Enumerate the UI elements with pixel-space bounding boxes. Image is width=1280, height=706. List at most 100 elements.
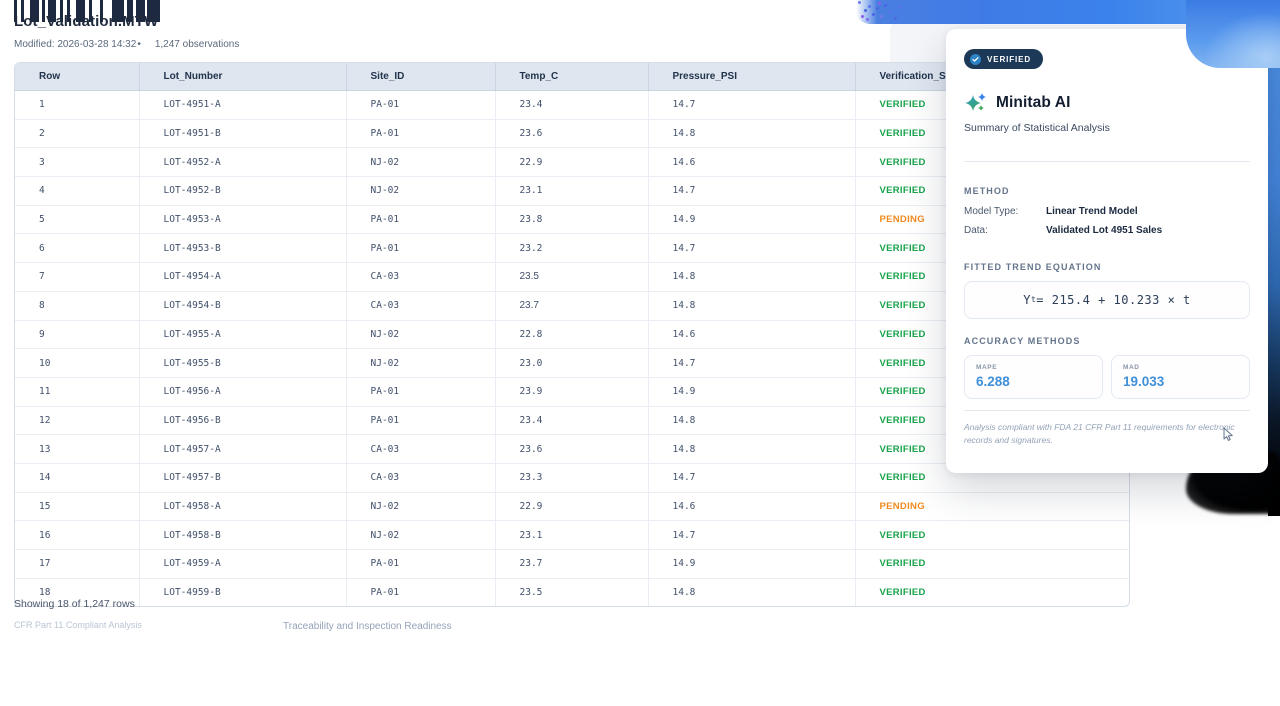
cell-site-id[interactable]: CA-03 xyxy=(346,435,495,464)
cell-lot-number[interactable]: LOT-4955-B xyxy=(139,349,346,378)
cell-lot-number[interactable]: LOT-4958-A xyxy=(139,492,346,521)
cell-row-number[interactable]: 10 xyxy=(15,349,139,378)
cell-lot-number[interactable]: LOT-4953-B xyxy=(139,234,346,263)
cell-temp-c[interactable]: 23.7 xyxy=(495,291,648,320)
cell-row-number[interactable]: 6 xyxy=(15,234,139,263)
cell-pressure-psi[interactable]: 14.9 xyxy=(648,377,855,406)
cell-lot-number[interactable]: LOT-4951-B xyxy=(139,119,346,148)
cell-row-number[interactable]: 13 xyxy=(15,435,139,464)
cell-pressure-psi[interactable]: 14.8 xyxy=(648,406,855,435)
cell-pressure-psi[interactable]: 14.7 xyxy=(648,463,855,492)
cell-row-number[interactable]: 3 xyxy=(15,148,139,177)
cell-lot-number[interactable]: LOT-4957-A xyxy=(139,435,346,464)
column-header-temp_c[interactable]: Temp_C xyxy=(495,63,648,91)
cell-row-number[interactable]: 11 xyxy=(15,377,139,406)
table-row[interactable]: 16LOT-4958-BNJ-0223.114.7VERIFIED xyxy=(15,521,1130,550)
cell-temp-c[interactable]: 23.1 xyxy=(495,521,648,550)
cell-site-id[interactable]: PA-01 xyxy=(346,119,495,148)
cell-row-number[interactable]: 1 xyxy=(15,91,139,120)
cell-temp-c[interactable]: 22.9 xyxy=(495,148,648,177)
cell-temp-c[interactable]: 23.2 xyxy=(495,234,648,263)
cell-temp-c[interactable]: 23.5 xyxy=(495,578,648,606)
cell-temp-c[interactable]: 23.0 xyxy=(495,349,648,378)
cell-site-id[interactable]: NJ-02 xyxy=(346,492,495,521)
cell-lot-number[interactable]: LOT-4951-A xyxy=(139,91,346,120)
cell-lot-number[interactable]: LOT-4957-B xyxy=(139,463,346,492)
cell-temp-c[interactable]: 23.1 xyxy=(495,177,648,206)
table-row[interactable]: 18LOT-4959-BPA-0123.514.8VERIFIED xyxy=(15,578,1130,606)
cell-site-id[interactable]: NJ-02 xyxy=(346,320,495,349)
cell-pressure-psi[interactable]: 14.8 xyxy=(648,291,855,320)
cell-verification-status[interactable]: VERIFIED xyxy=(855,550,1130,579)
cell-temp-c[interactable]: 22.9 xyxy=(495,492,648,521)
cell-row-number[interactable]: 2 xyxy=(15,119,139,148)
cell-row-number[interactable]: 4 xyxy=(15,177,139,206)
cell-site-id[interactable]: PA-01 xyxy=(346,578,495,606)
cell-row-number[interactable]: 12 xyxy=(15,406,139,435)
cell-lot-number[interactable]: LOT-4959-B xyxy=(139,578,346,606)
table-row[interactable]: 17LOT-4959-APA-0123.714.9VERIFIED xyxy=(15,550,1130,579)
cell-row-number[interactable]: 14 xyxy=(15,463,139,492)
cell-temp-c[interactable]: 23.3 xyxy=(495,463,648,492)
cell-site-id[interactable]: PA-01 xyxy=(346,406,495,435)
cell-verification-status[interactable]: PENDING xyxy=(855,492,1130,521)
cell-temp-c[interactable]: 23.4 xyxy=(495,406,648,435)
cell-row-number[interactable]: 7 xyxy=(15,263,139,292)
cell-verification-status[interactable]: VERIFIED xyxy=(855,521,1130,550)
cell-row-number[interactable]: 9 xyxy=(15,320,139,349)
cell-site-id[interactable]: PA-01 xyxy=(346,205,495,234)
column-header-site_id[interactable]: Site_ID xyxy=(346,63,495,91)
table-row[interactable]: 15LOT-4958-ANJ-0222.914.6PENDING xyxy=(15,492,1130,521)
cell-lot-number[interactable]: LOT-4952-B xyxy=(139,177,346,206)
cell-site-id[interactable]: PA-01 xyxy=(346,377,495,406)
cell-verification-status[interactable]: VERIFIED xyxy=(855,578,1130,606)
cell-lot-number[interactable]: LOT-4954-B xyxy=(139,291,346,320)
column-header-row[interactable]: Row xyxy=(15,63,139,91)
cell-site-id[interactable]: PA-01 xyxy=(346,91,495,120)
cell-pressure-psi[interactable]: 14.6 xyxy=(648,148,855,177)
cell-pressure-psi[interactable]: 14.6 xyxy=(648,492,855,521)
cell-row-number[interactable]: 15 xyxy=(15,492,139,521)
cell-pressure-psi[interactable]: 14.7 xyxy=(648,349,855,378)
cell-pressure-psi[interactable]: 14.8 xyxy=(648,119,855,148)
cell-site-id[interactable]: PA-01 xyxy=(346,550,495,579)
cell-lot-number[interactable]: LOT-4958-B xyxy=(139,521,346,550)
cell-row-number[interactable]: 16 xyxy=(15,521,139,550)
cell-pressure-psi[interactable]: 14.7 xyxy=(648,177,855,206)
cell-lot-number[interactable]: LOT-4956-A xyxy=(139,377,346,406)
cell-lot-number[interactable]: LOT-4954-A xyxy=(139,263,346,292)
cell-pressure-psi[interactable]: 14.8 xyxy=(648,263,855,292)
cell-lot-number[interactable]: LOT-4953-A xyxy=(139,205,346,234)
cell-temp-c[interactable]: 23.7 xyxy=(495,550,648,579)
cell-pressure-psi[interactable]: 14.6 xyxy=(648,320,855,349)
cell-temp-c[interactable]: 22.8 xyxy=(495,320,648,349)
cell-pressure-psi[interactable]: 14.9 xyxy=(648,550,855,579)
cell-site-id[interactable]: NJ-02 xyxy=(346,521,495,550)
cell-lot-number[interactable]: LOT-4956-B xyxy=(139,406,346,435)
cell-temp-c[interactable]: 23.6 xyxy=(495,435,648,464)
cell-lot-number[interactable]: LOT-4959-A xyxy=(139,550,346,579)
cell-site-id[interactable]: CA-03 xyxy=(346,463,495,492)
cell-row-number[interactable]: 17 xyxy=(15,550,139,579)
cell-temp-c[interactable]: 23.6 xyxy=(495,119,648,148)
cell-site-id[interactable]: CA-03 xyxy=(346,263,495,292)
cell-pressure-psi[interactable]: 14.9 xyxy=(648,205,855,234)
cell-row-number[interactable]: 8 xyxy=(15,291,139,320)
cell-temp-c[interactable]: 23.5 xyxy=(495,263,648,292)
cell-temp-c[interactable]: 23.4 xyxy=(495,91,648,120)
cell-site-id[interactable]: PA-01 xyxy=(346,234,495,263)
cell-row-number[interactable]: 5 xyxy=(15,205,139,234)
cell-site-id[interactable]: NJ-02 xyxy=(346,349,495,378)
cell-temp-c[interactable]: 23.9 xyxy=(495,377,648,406)
cell-pressure-psi[interactable]: 14.7 xyxy=(648,521,855,550)
cell-site-id[interactable]: CA-03 xyxy=(346,291,495,320)
cell-lot-number[interactable]: LOT-4955-A xyxy=(139,320,346,349)
cell-pressure-psi[interactable]: 14.7 xyxy=(648,91,855,120)
column-header-lot_number[interactable]: Lot_Number xyxy=(139,63,346,91)
cell-site-id[interactable]: NJ-02 xyxy=(346,148,495,177)
cell-pressure-psi[interactable]: 14.7 xyxy=(648,234,855,263)
cell-site-id[interactable]: NJ-02 xyxy=(346,177,495,206)
column-header-pressure_psi[interactable]: Pressure_PSI xyxy=(648,63,855,91)
cell-lot-number[interactable]: LOT-4952-A xyxy=(139,148,346,177)
cell-temp-c[interactable]: 23.8 xyxy=(495,205,648,234)
